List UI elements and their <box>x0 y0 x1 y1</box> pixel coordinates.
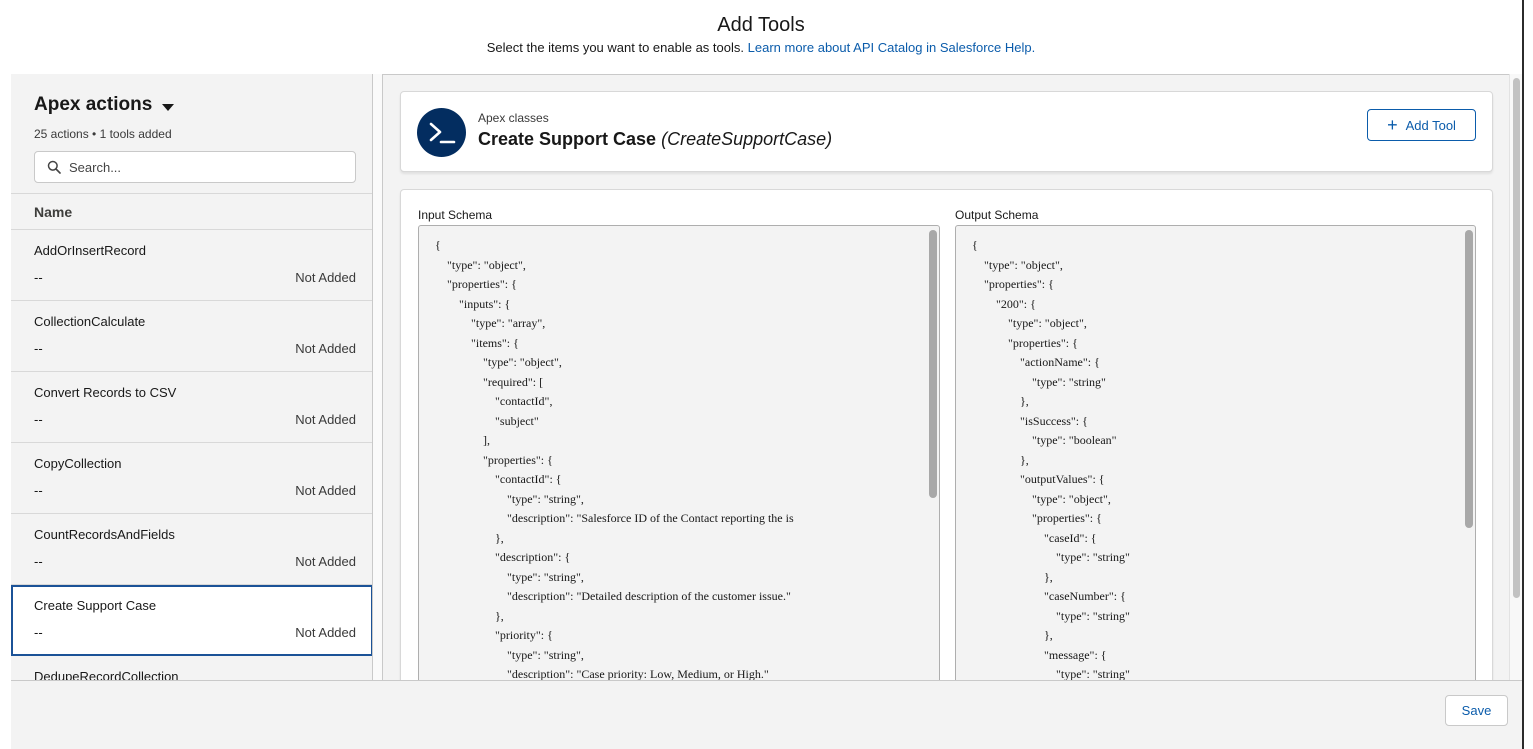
output-schema-scrollbar[interactable] <box>1465 228 1473 680</box>
item-name: Create Support Case <box>34 598 157 613</box>
help-link[interactable]: Learn more about API Catalog in Salesfor… <box>748 40 1036 55</box>
input-schema-box[interactable]: { "type": "object", "properties": { "inp… <box>418 225 940 680</box>
output-schema-box[interactable]: { "type": "object", "properties": { "200… <box>955 225 1476 680</box>
modal-footer: Save <box>11 680 1522 749</box>
list-item[interactable]: AddOrInsertRecord -- Not Added <box>11 230 372 301</box>
tool-kind: Apex classes <box>478 111 549 125</box>
list-item[interactable]: CountRecordsAndFields -- Not Added <box>11 514 372 585</box>
list-item[interactable]: Convert Records to CSV -- Not Added <box>11 372 372 443</box>
search-box[interactable] <box>34 151 356 183</box>
item-detail: -- <box>34 625 43 640</box>
output-schema-code: { "type": "object", "properties": { "200… <box>972 238 1130 680</box>
terminal-icon <box>417 108 466 157</box>
item-status: Not Added <box>295 270 356 285</box>
sidebar-count: 25 actions • 1 tools added <box>34 127 172 141</box>
sidebar-header: Apex actions 25 actions • 1 tools added <box>11 74 372 194</box>
item-name: CopyCollection <box>34 456 122 471</box>
save-button[interactable]: Save <box>1445 695 1508 726</box>
item-detail: -- <box>34 483 43 498</box>
add-tool-button[interactable]: + Add Tool <box>1367 109 1476 141</box>
modal-title: Add Tools <box>717 14 805 36</box>
list-item[interactable]: CollectionCalculate -- Not Added <box>11 301 372 372</box>
scroll-thumb[interactable] <box>929 230 937 498</box>
item-status: Not Added <box>295 554 356 569</box>
column-header-name[interactable]: Name <box>11 194 372 230</box>
tool-label: Create Support Case <box>478 129 657 149</box>
input-schema-label: Input Schema <box>418 208 493 222</box>
main-scrollbar[interactable] <box>1509 74 1522 680</box>
search-input[interactable] <box>69 159 349 175</box>
modal-subtitle: Select the items you want to enable as t… <box>0 40 1522 55</box>
item-name: AddOrInsertRecord <box>34 243 146 258</box>
main-scroll-thumb[interactable] <box>1513 78 1520 598</box>
item-status: Not Added <box>295 483 356 498</box>
item-name: Convert Records to CSV <box>34 385 177 400</box>
window-edge <box>1522 0 1524 749</box>
plus-icon: + <box>1387 115 1398 135</box>
item-detail: -- <box>34 270 43 285</box>
list-item[interactable]: CopyCollection -- Not Added <box>11 443 372 514</box>
modal-header: Add Tools Select the items you want to e… <box>0 0 1522 74</box>
add-tool-label: Add Tool <box>1405 117 1456 133</box>
sidebar-scrollbar[interactable] <box>372 74 383 680</box>
input-schema-code: { "type": "object", "properties": { "inp… <box>435 238 794 680</box>
tool-title: Create Support Case (CreateSupportCase) <box>478 129 832 150</box>
item-name: CollectionCalculate <box>34 314 146 329</box>
tool-header-card: Apex classes Create Support Case (Create… <box>400 91 1493 172</box>
item-status: Not Added <box>295 412 356 427</box>
action-list: AddOrInsertRecord -- Not Added Collectio… <box>11 230 372 680</box>
item-status: Not Added <box>295 341 356 356</box>
scroll-thumb[interactable] <box>1465 230 1473 528</box>
item-name: DedupeRecordCollection <box>34 669 179 680</box>
category-selector[interactable]: Apex actions <box>34 94 175 116</box>
item-detail: -- <box>34 412 43 427</box>
list-item-selected[interactable]: Create Support Case -- Not Added <box>11 585 372 656</box>
sidebar-title: Apex actions <box>34 94 153 115</box>
item-status: Not Added <box>295 625 356 640</box>
tool-api-name: (CreateSupportCase) <box>661 129 833 149</box>
sidebar: Apex actions 25 actions • 1 tools added … <box>11 74 373 680</box>
output-schema-label: Output Schema <box>955 208 1039 222</box>
item-detail: -- <box>34 341 43 356</box>
item-detail: -- <box>34 554 43 569</box>
subtitle-text: Select the items you want to enable as t… <box>486 40 744 55</box>
column-header-label: Name <box>34 204 73 220</box>
schema-card: Input Schema { "type": "object", "proper… <box>400 189 1493 680</box>
search-icon <box>47 160 61 174</box>
caret-down-icon <box>162 103 175 111</box>
input-schema-scrollbar[interactable] <box>929 228 937 680</box>
list-item[interactable]: DedupeRecordCollection <box>11 656 372 680</box>
item-name: CountRecordsAndFields <box>34 527 175 542</box>
